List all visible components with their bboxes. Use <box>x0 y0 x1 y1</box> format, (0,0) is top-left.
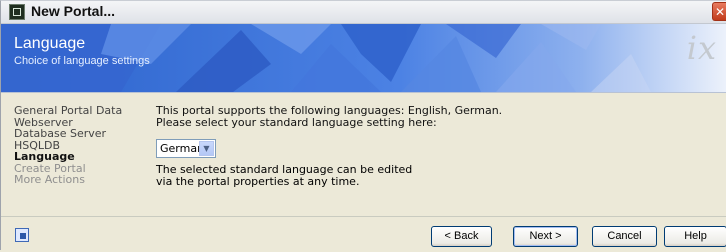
header-banner: Language Choice of language settings ix <box>1 24 726 93</box>
note-line-2: via the portal properties at any time. <box>156 174 360 188</box>
button-bar: < Back Next > Cancel Help <box>1 216 726 252</box>
product-logo: ix <box>686 29 717 67</box>
step-content: This portal supports the following langu… <box>156 105 576 128</box>
next-button[interactable]: Next > <box>513 226 578 247</box>
cancel-button[interactable]: Cancel <box>592 226 657 247</box>
supported-languages-text: This portal supports the following langu… <box>156 104 503 117</box>
language-select[interactable]: German ▼ <box>156 139 216 158</box>
title-bar[interactable]: New Portal... ✕ <box>1 1 726 24</box>
banner-title: Language <box>14 35 86 52</box>
help-button[interactable]: Help <box>664 226 726 247</box>
close-button[interactable]: ✕ <box>712 2 726 21</box>
help-book-icon[interactable] <box>15 228 29 242</box>
select-instruction-text: Please select your standard language set… <box>156 115 437 129</box>
banner-subtitle: Choice of language settings <box>14 55 150 67</box>
window-title: New Portal... <box>31 3 116 19</box>
chevron-down-icon[interactable]: ▼ <box>199 141 214 156</box>
wizard-steps: General Portal Data Webserver Database S… <box>14 105 144 186</box>
step-language: Language <box>14 150 75 163</box>
language-select-value: German <box>160 142 205 155</box>
note-line-1: The selected standard language can be ed… <box>156 163 413 176</box>
step-more-actions: More Actions <box>14 173 85 186</box>
step-general-portal-data: General Portal Data <box>14 104 123 117</box>
wizard-window: New Portal... ✕ Language Choice of langu… <box>0 0 726 252</box>
app-icon <box>9 4 25 20</box>
step-database-server: Database Server <box>14 127 107 140</box>
language-note: The selected standard language can be ed… <box>156 164 412 187</box>
back-button[interactable]: < Back <box>431 226 492 247</box>
